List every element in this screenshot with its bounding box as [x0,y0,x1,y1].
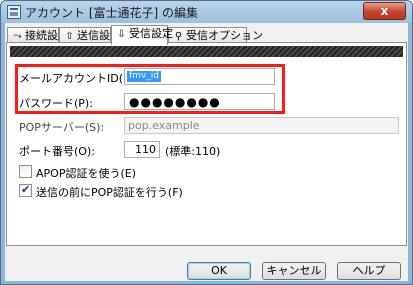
pop-server-value: pop.example [128,119,200,132]
window-title: アカウント [富士通花子] の編集 [25,6,198,20]
receive-settings-panel: メールアカウントID(U): fmv_id パスワード(P): ●●●●●●●●… [6,42,407,246]
apop-label: APOP認証を使う(E) [36,167,136,180]
receive-icon: ⇩ [117,29,126,40]
tab-label: 受信設定 [129,27,173,40]
close-button[interactable]: x [363,2,406,20]
tab-receive-settings[interactable]: ⇩ 受信設定 [111,25,173,45]
dialog-window: アカウント [富士通花子] の編集 x ⤳ 接続設定 ⇧ 送信設定 ⇩ 受信設定 ⚲ 受… [0,0,413,285]
port-value: 110 [135,143,156,156]
pop-before-send-label: 送信の前にPOP認証を行う(F) [36,186,183,199]
port-default-note: (標準:110) [165,145,221,158]
apop-checkbox[interactable] [19,165,32,178]
port-label: ポート番号(O): [19,145,95,158]
tab-strip: ⤳ 接続設定 ⇧ 送信設定 ⇩ 受信設定 ⚲ 受信オプション [5,25,408,45]
pop-server-label: POPサーバー(S): [19,121,105,134]
title-bar[interactable]: アカウント [富士通花子] の編集 x [1,1,412,23]
pop-server-input[interactable]: pop.example [124,117,399,134]
highlight-box [15,64,285,114]
pop-before-send-checkbox[interactable] [19,183,32,197]
ok-button[interactable]: OK [187,262,251,280]
dialog-client-area: ⤳ 接続設定 ⇧ 送信設定 ⇩ 受信設定 ⚲ 受信オプション メールアカウントID(U)… [5,23,408,281]
panel-banner [10,46,403,57]
port-input[interactable]: 110 [124,141,160,158]
tab-label: 受信オプション [186,29,263,42]
app-icon [7,5,21,19]
help-button[interactable]: ヘルプ [337,262,401,280]
cancel-button[interactable]: キャンセル [262,262,326,280]
